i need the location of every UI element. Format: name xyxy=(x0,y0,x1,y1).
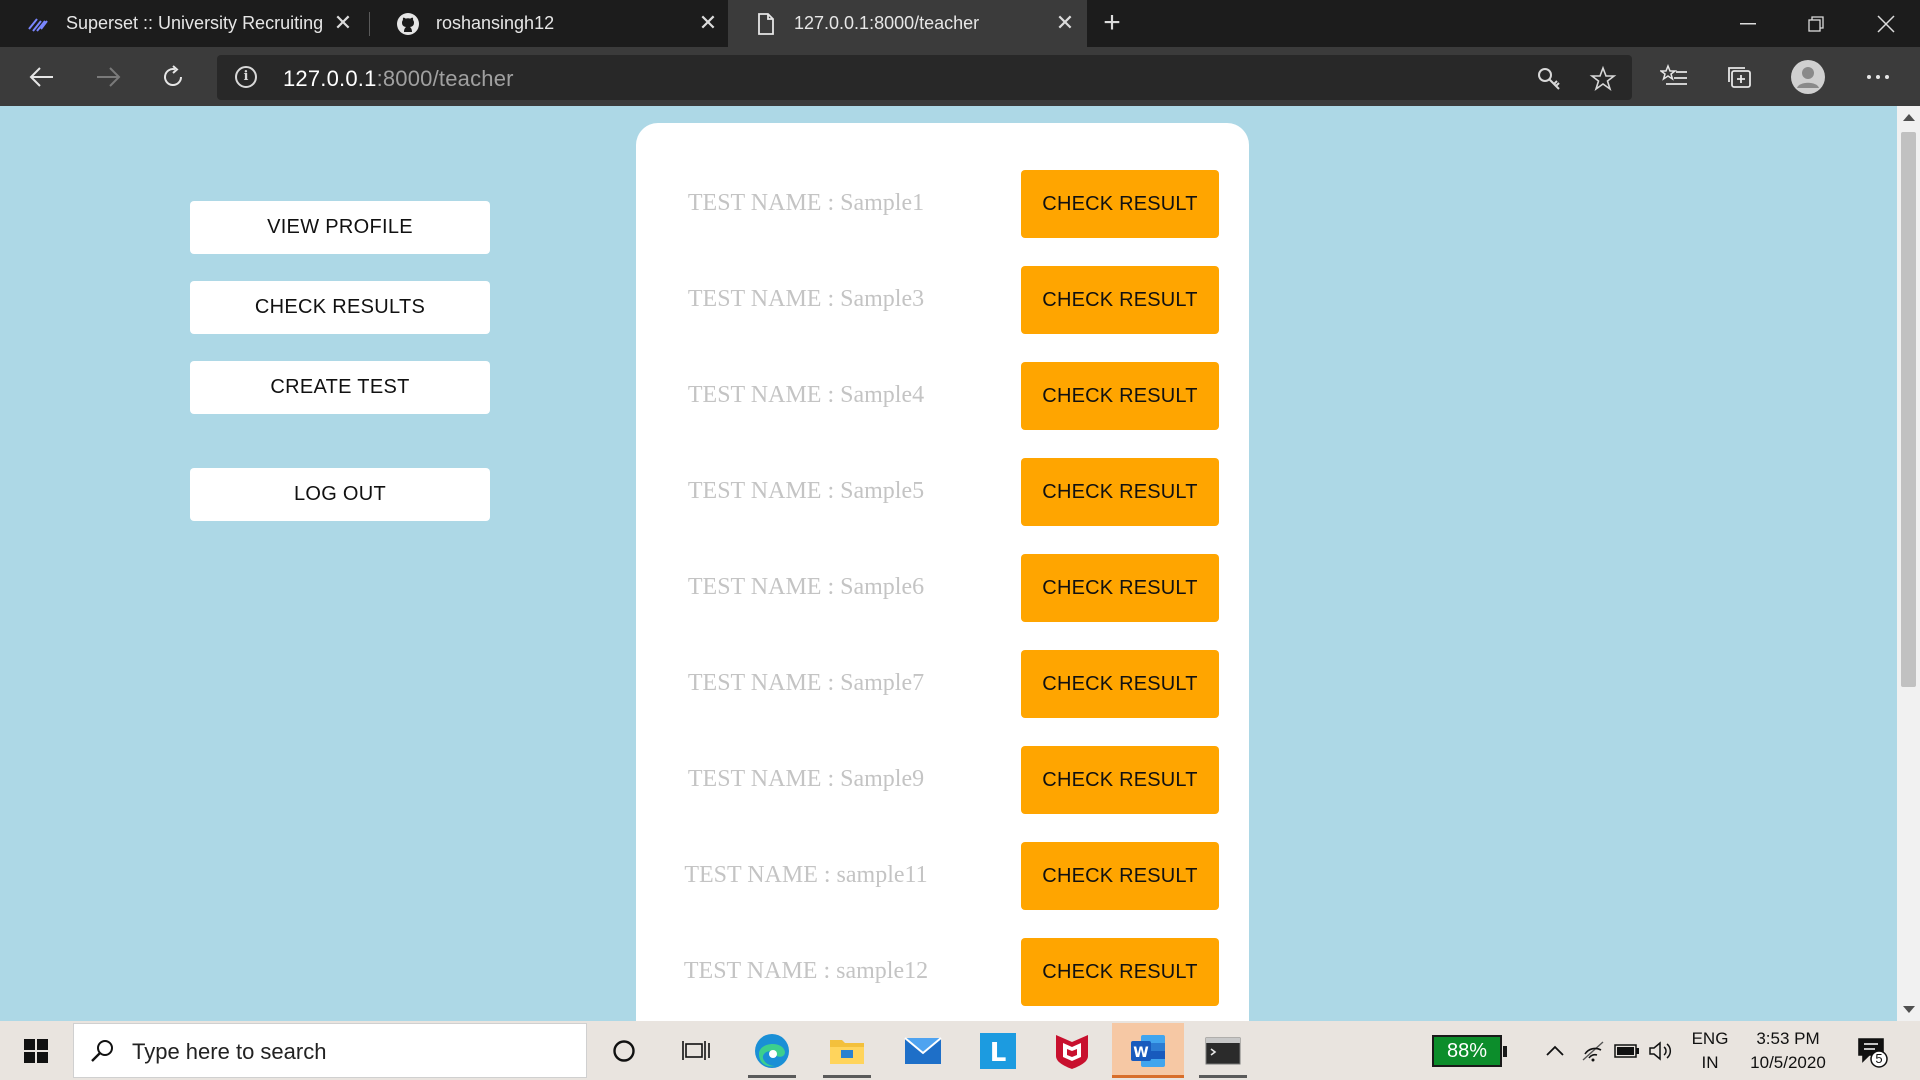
test-row: TEST NAME : Sample1 CHECK RESULT xyxy=(636,170,1249,238)
search-placeholder: Type here to search xyxy=(132,1039,327,1064)
close-tab-icon[interactable]: ✕ xyxy=(1053,12,1077,36)
task-view-icon[interactable] xyxy=(660,1023,732,1078)
test-row: TEST NAME : sample11 CHECK RESULT xyxy=(636,842,1249,910)
battery-percentage: 88% xyxy=(1432,1035,1507,1067)
mcafee-icon[interactable] xyxy=(1036,1023,1108,1078)
test-row: TEST NAME : Sample6 CHECK RESULT xyxy=(636,554,1249,622)
check-result-button[interactable]: CHECK RESULT xyxy=(1021,650,1219,718)
windows-taskbar: Type here to search L W 88% ENG IN 3:53 … xyxy=(0,1021,1920,1080)
mail-icon[interactable] xyxy=(887,1023,959,1078)
restore-icon[interactable] xyxy=(1782,0,1850,47)
log-out-button[interactable]: LOG OUT xyxy=(190,468,490,521)
region-code: IN xyxy=(1701,1053,1719,1072)
l-app-icon[interactable]: L xyxy=(962,1023,1034,1078)
test-row: TEST NAME : Sample3 CHECK RESULT xyxy=(636,266,1249,334)
test-name: TEST NAME : Sample1 xyxy=(687,190,925,216)
svg-text:W: W xyxy=(1133,1045,1148,1061)
url-path: :8000/teacher xyxy=(376,66,514,91)
site-info-icon[interactable]: i xyxy=(235,66,257,88)
superset-logo-icon xyxy=(26,12,50,36)
notification-count: 5 xyxy=(1875,1051,1883,1066)
test-name: TEST NAME : Sample5 xyxy=(687,478,925,504)
test-name: TEST NAME : sample12 xyxy=(683,958,929,984)
new-tab-plus-icon[interactable]: + xyxy=(1095,6,1129,40)
check-result-button[interactable]: CHECK RESULT xyxy=(1021,554,1219,622)
svg-text:L: L xyxy=(990,1038,1007,1068)
test-name: TEST NAME : Sample9 xyxy=(687,766,925,792)
tab-teacher[interactable]: 127.0.0.1:8000/teacher ✕ xyxy=(728,0,1087,47)
favorite-star-icon[interactable] xyxy=(1589,65,1617,93)
tab-title: 127.0.0.1:8000/teacher xyxy=(794,13,980,33)
refresh-icon[interactable] xyxy=(151,55,195,99)
check-result-button[interactable]: CHECK RESULT xyxy=(1021,362,1219,430)
test-row: TEST NAME : Sample7 CHECK RESULT xyxy=(636,650,1249,718)
more-menu-icon[interactable] xyxy=(1856,55,1900,99)
language-code: ENG xyxy=(1691,1029,1729,1048)
url-host: 127.0.0.1 xyxy=(283,66,377,91)
scroll-down-arrow-icon[interactable] xyxy=(1903,1006,1915,1013)
back-arrow-icon[interactable] xyxy=(20,55,64,99)
test-row: TEST NAME : Sample4 CHECK RESULT xyxy=(636,362,1249,430)
close-window-icon[interactable] xyxy=(1852,0,1920,47)
profile-avatar-icon[interactable] xyxy=(1786,55,1830,99)
chevron-up-icon[interactable] xyxy=(1542,1038,1568,1064)
test-name: TEST NAME : Sample7 xyxy=(687,670,925,696)
file-explorer-icon[interactable] xyxy=(811,1023,883,1078)
check-result-button[interactable]: CHECK RESULT xyxy=(1021,458,1219,526)
cortana-icon[interactable] xyxy=(588,1023,660,1078)
browser-tab-bar: Superset :: University Recruiting ✕ rosh… xyxy=(0,0,1920,47)
scroll-thumb[interactable] xyxy=(1901,132,1916,687)
address-bar[interactable]: i 127.0.0.1:8000/teacher xyxy=(217,55,1632,100)
favorites-list-icon[interactable] xyxy=(1652,55,1696,99)
test-name: TEST NAME : Sample3 xyxy=(687,286,925,312)
clock-time: 3:53 PM xyxy=(1756,1029,1820,1048)
forward-arrow-icon[interactable] xyxy=(86,55,130,99)
test-name: TEST NAME : sample11 xyxy=(684,862,928,888)
check-result-button[interactable]: CHECK RESULT xyxy=(1021,170,1219,238)
collections-icon[interactable] xyxy=(1718,55,1762,99)
clock[interactable]: 3:53 PM 10/5/2020 xyxy=(1738,1027,1838,1075)
tab-superset[interactable]: Superset :: University Recruiting ✕ xyxy=(0,0,365,47)
browser-toolbar: i 127.0.0.1:8000/teacher xyxy=(0,47,1920,106)
address-url[interactable]: 127.0.0.1:8000/teacher xyxy=(283,66,514,92)
check-results-button[interactable]: CHECK RESULTS xyxy=(190,281,490,334)
github-icon xyxy=(396,12,420,36)
tab-github[interactable]: roshansingh12 ✕ xyxy=(370,0,730,47)
test-row: TEST NAME : sample12 CHECK RESULT xyxy=(636,938,1249,1006)
battery-icon[interactable] xyxy=(1614,1038,1640,1064)
test-list-card: TEST NAME : Sample1 CHECK RESULT TEST NA… xyxy=(636,123,1249,1021)
edge-taskbar-icon[interactable] xyxy=(736,1023,808,1078)
minimize-icon[interactable] xyxy=(1714,0,1782,47)
notification-center-icon[interactable]: 5 xyxy=(1855,1035,1891,1069)
view-profile-button[interactable]: VIEW PROFILE xyxy=(190,201,490,254)
taskbar-search-box[interactable]: Type here to search xyxy=(73,1023,587,1078)
close-tab-icon[interactable]: ✕ xyxy=(696,12,720,36)
scroll-up-arrow-icon[interactable] xyxy=(1903,114,1915,121)
test-name: TEST NAME : Sample6 xyxy=(687,574,925,600)
test-row: TEST NAME : Sample9 CHECK RESULT xyxy=(636,746,1249,814)
windows-start-icon[interactable] xyxy=(0,1021,72,1080)
zoom-key-icon[interactable] xyxy=(1535,65,1563,93)
clock-date: 10/5/2020 xyxy=(1750,1053,1826,1072)
test-name: TEST NAME : Sample4 xyxy=(687,382,925,408)
terminal-icon[interactable] xyxy=(1187,1023,1259,1078)
check-result-button[interactable]: CHECK RESULT xyxy=(1021,842,1219,910)
close-tab-icon[interactable]: ✕ xyxy=(331,12,355,36)
check-result-button[interactable]: CHECK RESULT xyxy=(1021,938,1219,1006)
word-icon[interactable]: W xyxy=(1112,1023,1184,1078)
search-icon xyxy=(91,1040,113,1062)
test-row: TEST NAME : Sample5 CHECK RESULT xyxy=(636,458,1249,526)
teacher-page: VIEW PROFILE CHECK RESULTS CREATE TEST L… xyxy=(0,106,1897,1021)
language-indicator[interactable]: ENG IN xyxy=(1690,1027,1730,1075)
create-test-button[interactable]: CREATE TEST xyxy=(190,361,490,414)
tab-title: roshansingh12 xyxy=(436,13,555,33)
page-icon xyxy=(754,12,778,36)
check-result-button[interactable]: CHECK RESULT xyxy=(1021,266,1219,334)
vertical-scrollbar[interactable] xyxy=(1897,106,1920,1021)
network-icon[interactable] xyxy=(1580,1038,1606,1064)
volume-icon[interactable] xyxy=(1648,1038,1674,1064)
tab-title: Superset :: University Recruiting xyxy=(66,13,324,33)
check-result-button[interactable]: CHECK RESULT xyxy=(1021,746,1219,814)
